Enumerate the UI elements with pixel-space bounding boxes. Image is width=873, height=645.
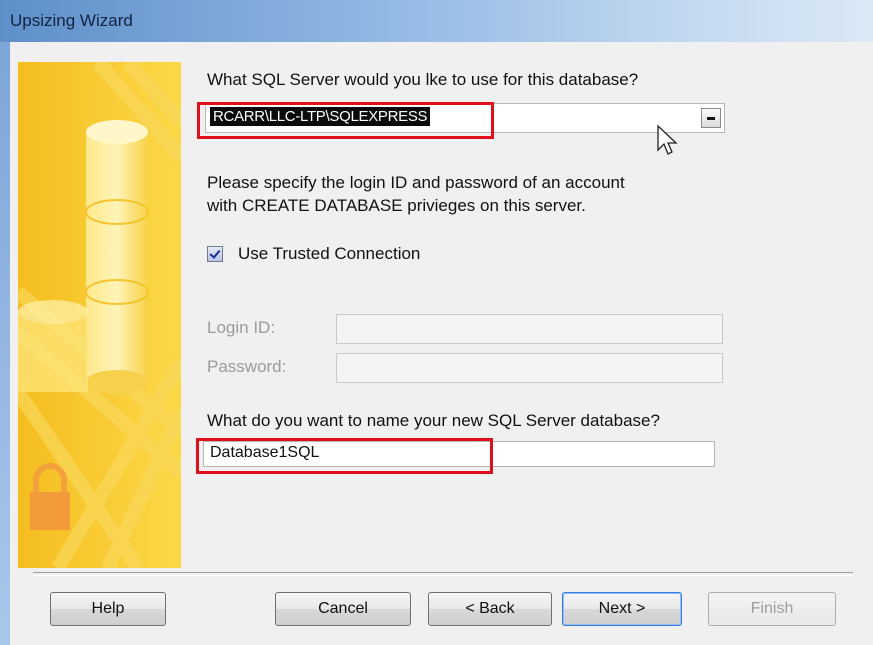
server-combobox[interactable]: RCARR\LLC-LTP\SQLEXPRESS: [205, 103, 725, 133]
database-cylinder-icon: [85, 120, 149, 394]
help-button[interactable]: Help: [50, 592, 166, 626]
server-selected-value: RCARR\LLC-LTP\SQLEXPRESS: [210, 107, 431, 126]
wizard-artwork: [18, 62, 181, 568]
trusted-connection-checkbox[interactable]: [207, 246, 223, 262]
window-frame-left: [0, 42, 10, 645]
back-button[interactable]: < Back: [428, 592, 552, 626]
finish-button[interactable]: Finish: [708, 592, 836, 626]
password-field[interactable]: [336, 353, 723, 383]
dropdown-arrow-icon[interactable]: [701, 108, 721, 128]
trusted-connection-label[interactable]: Use Trusted Connection: [238, 244, 420, 264]
login-id-field[interactable]: [336, 314, 723, 344]
database-name-value: Database1SQL: [210, 444, 320, 461]
login-instructions-line2: with CREATE DATABASE privieges on this s…: [207, 196, 586, 215]
password-label: Password:: [207, 357, 287, 376]
server-question-label: What SQL Server would you lke to use for…: [207, 70, 639, 89]
title-bar[interactable]: Upsizing Wizard: [0, 0, 873, 42]
mouse-pointer-icon: [657, 124, 678, 155]
database-name-input[interactable]: Database1SQL: [203, 441, 715, 467]
login-instructions-line1: Please specify the login ID and password…: [207, 173, 625, 192]
login-id-label: Login ID:: [207, 318, 276, 337]
footer-divider: [33, 572, 853, 576]
next-button[interactable]: Next >: [562, 592, 682, 626]
database-name-question: What do you want to name your new SQL Se…: [207, 411, 660, 430]
cancel-button[interactable]: Cancel: [275, 592, 411, 626]
window-title: Upsizing Wizard: [10, 11, 133, 30]
